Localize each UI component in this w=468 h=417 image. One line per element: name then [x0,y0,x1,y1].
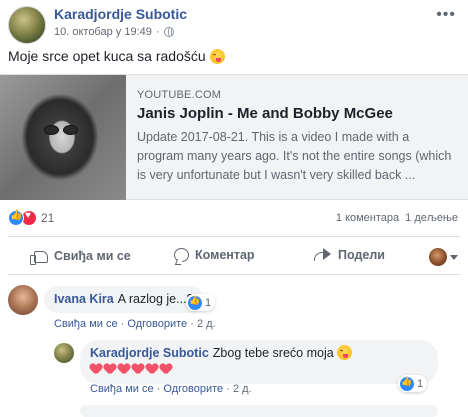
comment-reply-link[interactable]: Одговорите [127,318,187,330]
comment-button-label: Коментар [195,248,255,262]
link-source: YOUTUBE.COM [137,89,222,101]
facebook-post: Karadjordje Subotic 10. октобар у 19:49 … [0,0,468,417]
reaction-count: 21 [41,211,55,225]
author-avatar[interactable] [8,6,46,44]
reply-reply-link[interactable]: Одговорите [163,383,223,395]
comment-meta: Свиђа ми се · Одговорите · 2 д. [54,318,216,330]
divider [8,236,460,237]
next-comment-stub [80,405,438,417]
heart-emoji-icon [90,364,102,375]
like-button-label: Свиђа ми се [54,248,131,263]
comment-author[interactable]: Ivana Kira [54,292,114,306]
like-reaction-icon [400,376,414,391]
reply-time[interactable]: 2 д. [233,383,252,395]
thumbnail-glasses-shape [44,125,80,135]
chevron-down-icon [450,254,458,260]
heart-emoji-icon [132,364,144,375]
shares-count[interactable]: 1 дељење [405,212,458,224]
reply-author[interactable]: Karadjordje Subotic [90,346,209,360]
reply-meta-sep: · [226,383,230,395]
comment-meta-sep: · [120,318,125,330]
reply-author-avatar[interactable] [54,343,74,363]
comment-meta-sep: · [190,318,194,330]
heart-emoji-icon [104,364,116,375]
react-as-selector[interactable] [429,248,458,266]
reply-meta-sep: · [156,383,161,395]
share-icon [314,248,332,262]
reply-like-count[interactable]: 1 [398,375,428,392]
link-thumbnail-image[interactable] [0,75,126,200]
hearts-emoji-group [90,362,174,379]
share-button-label: Подели [338,248,385,262]
comments-count[interactable]: 1 коментара [336,212,399,224]
meta-separator: · [155,26,160,38]
link-preview-card[interactable]: YOUTUBE.COM Janis Joplin - Me and Bobby … [0,74,468,200]
post-stats: 1 коментара 1 дељење [336,212,458,224]
share-button[interactable]: Подели [314,248,385,262]
user-avatar-small [429,248,447,266]
comment-time[interactable]: 2 д. [197,318,216,330]
heart-emoji-icon [146,364,158,375]
post-meta: 10. октобар у 19:49 · [54,26,174,38]
comment-like-link[interactable]: Свиђа ми се [54,318,118,330]
comment-button[interactable]: Коментар [174,248,255,262]
comment-icon [174,248,189,262]
post-date[interactable]: 10. октобар у 19:49 [54,26,152,38]
comment-text: A razlog je...? [117,292,194,306]
reactions-summary[interactable]: 21 [8,210,54,226]
reply-text: Zbog tebe srećo moja [212,346,334,360]
like-reaction-icon [8,210,24,226]
post-text: Moje srce opet kuca sa radošću [8,48,225,64]
heart-emoji-icon [160,364,172,375]
action-bar: Свиђа ми се Коментар Подели [0,242,468,272]
reply-like-number: 1 [417,377,424,390]
reply-meta: Свиђа ми се · Одговорите · 2 д. [90,383,252,395]
more-horizontal-icon[interactable]: ••• [436,6,456,24]
reply-like-link[interactable]: Свиђа ми се [90,383,154,395]
link-description: Update 2017-08-21. This is a video I mad… [137,130,452,182]
comment-like-number: 1 [205,296,212,309]
comment-bubble: Ivana Kira A razlog je...? [44,286,204,313]
link-preview-body: YOUTUBE.COM Janis Joplin - Me and Bobby … [137,89,458,185]
post-author-name[interactable]: Karadjordje Subotic [54,6,187,22]
like-reaction-icon [188,295,202,310]
tongue-wink-emoji-icon [337,345,353,360]
reply-bubble: Karadjordje Subotic Zbog tebe srećo moja [80,340,438,384]
like-button[interactable]: Свиђа ми се [30,248,131,265]
comment-like-count[interactable]: 1 [186,294,216,311]
tongue-wink-emoji-icon [209,48,225,64]
commenter-avatar[interactable] [8,285,38,315]
thumbs-up-icon [30,251,48,265]
post-text-content: Moje srce opet kuca sa radošću [8,48,206,64]
link-title[interactable]: Janis Joplin - Me and Bobby McGee [137,105,458,122]
divider [8,274,460,275]
heart-emoji-icon [118,364,130,375]
globe-icon[interactable] [163,27,174,37]
